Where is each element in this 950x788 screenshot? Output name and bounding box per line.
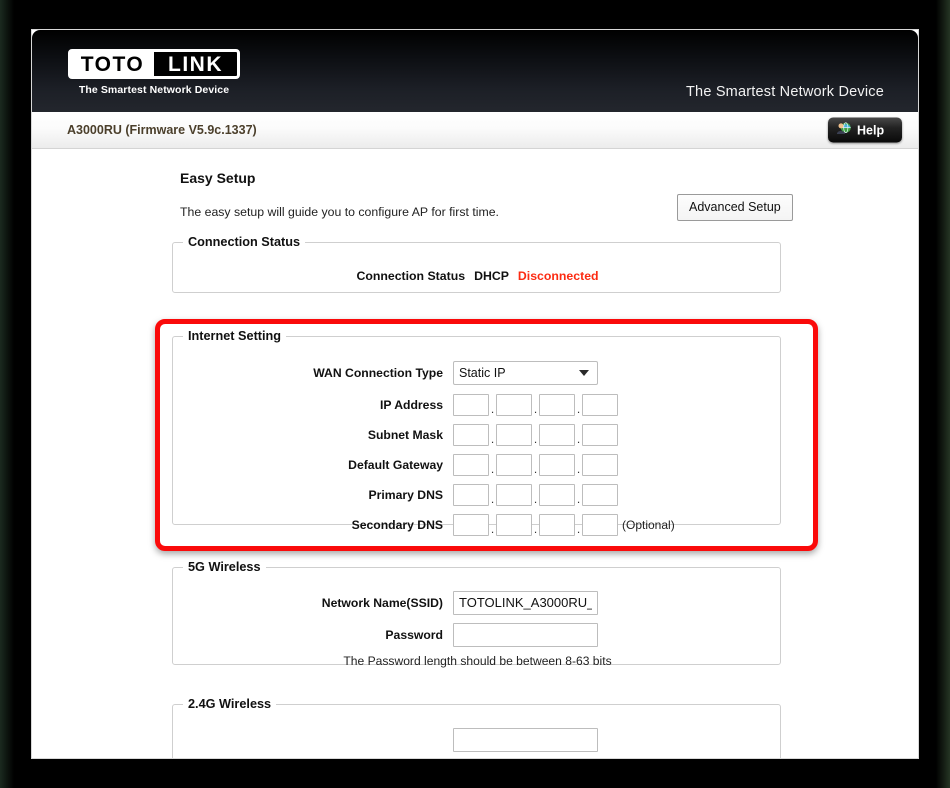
octet-separator: . bbox=[490, 431, 495, 446]
connection-mode-value: DHCP bbox=[474, 269, 509, 283]
ip-address-octet-3[interactable] bbox=[539, 393, 575, 416]
logo-box: TOTO LINK bbox=[68, 49, 240, 79]
site-header: TOTO LINK The Smartest Network Device Th… bbox=[32, 30, 918, 112]
octet-separator: . bbox=[490, 401, 495, 416]
subnet-mask-label: Subnet Mask bbox=[367, 427, 443, 442]
page-title: Easy Setup bbox=[180, 170, 256, 186]
connection-status-legend: Connection Status bbox=[188, 235, 301, 249]
password-5g-row: Password bbox=[173, 622, 782, 647]
default-gateway-octet-2[interactable] bbox=[496, 453, 532, 476]
wan-connection-type-row: WAN Connection Type Static IP DHCP PPPoE… bbox=[173, 360, 782, 385]
wan-connection-type-select[interactable]: Static IP DHCP PPPoE L2TP PPTP bbox=[453, 360, 598, 385]
ssid-24g-input[interactable] bbox=[453, 727, 598, 752]
octet-separator: . bbox=[533, 401, 538, 416]
default-gateway-octet-4[interactable] bbox=[582, 453, 618, 476]
internet-setting-legend: Internet Setting bbox=[188, 329, 282, 343]
secondary-dns-octet-4[interactable] bbox=[582, 513, 618, 536]
ssid-5g-input[interactable] bbox=[453, 590, 598, 615]
device-model-firmware: A3000RU (Firmware V5.9c.1337) bbox=[67, 123, 257, 137]
help-button[interactable]: Help bbox=[828, 117, 902, 143]
subnet-mask-row: Subnet Mask . . . bbox=[173, 423, 782, 446]
wan-connection-type-label: WAN Connection Type bbox=[313, 365, 443, 380]
primary-dns-octet-2[interactable] bbox=[496, 483, 532, 506]
secondary-dns-octet-2[interactable] bbox=[496, 513, 532, 536]
secondary-dns-octet-1[interactable] bbox=[453, 513, 489, 536]
password-5g-input[interactable] bbox=[453, 622, 598, 647]
connection-status-label: Connection Status bbox=[356, 269, 466, 283]
wireless-24g-panel: 2.4G Wireless bbox=[172, 697, 781, 758]
primary-dns-octet-3[interactable] bbox=[539, 483, 575, 506]
help-button-label: Help bbox=[857, 123, 885, 137]
connection-status-row: Connection Status DHCP Disconnected bbox=[173, 269, 782, 283]
ip-address-octet-4[interactable] bbox=[582, 393, 618, 416]
firmware-bar: A3000RU (Firmware V5.9c.1337) Help bbox=[32, 112, 918, 149]
wireless-5g-legend: 5G Wireless bbox=[188, 560, 261, 574]
octet-separator: . bbox=[576, 401, 581, 416]
octet-separator: . bbox=[533, 521, 538, 536]
octet-separator: . bbox=[490, 461, 495, 476]
subnet-mask-octet-4[interactable] bbox=[582, 423, 618, 446]
wireless-24g-legend: 2.4G Wireless bbox=[188, 697, 272, 711]
internet-setting-panel: Internet Setting WAN Connection Type Sta… bbox=[172, 329, 782, 536]
ssid-5g-label: Network Name(SSID) bbox=[321, 595, 443, 610]
secondary-dns-octet-3[interactable] bbox=[539, 513, 575, 536]
octet-separator: . bbox=[576, 461, 581, 476]
wireless-5g-panel: 5G Wireless Network Name(SSID) Password bbox=[172, 560, 782, 668]
octet-separator: . bbox=[490, 491, 495, 506]
subnet-mask-octet-3[interactable] bbox=[539, 423, 575, 446]
ip-address-row: IP Address . . . bbox=[173, 393, 782, 416]
default-gateway-label: Default Gateway bbox=[348, 457, 443, 472]
wan-connection-type-select-wrap: Static IP DHCP PPPoE L2TP PPTP bbox=[453, 360, 598, 385]
octet-separator: . bbox=[533, 431, 538, 446]
user-globe-icon bbox=[836, 120, 851, 140]
ip-address-octet-1[interactable] bbox=[453, 393, 489, 416]
ip-address-octet-2[interactable] bbox=[496, 393, 532, 416]
octet-separator: . bbox=[576, 491, 581, 506]
default-gateway-row: Default Gateway . . . bbox=[173, 453, 782, 476]
totolink-logo: TOTO LINK The Smartest Network Device bbox=[68, 49, 246, 96]
subnet-mask-octet-1[interactable] bbox=[453, 423, 489, 446]
octet-separator: . bbox=[533, 491, 538, 506]
subnet-mask-octet-2[interactable] bbox=[496, 423, 532, 446]
primary-dns-label: Primary DNS bbox=[368, 487, 443, 502]
ssid-24g-row bbox=[173, 727, 782, 752]
default-gateway-octet-3[interactable] bbox=[539, 453, 575, 476]
octet-separator: . bbox=[576, 431, 581, 446]
router-admin-page: TOTO LINK The Smartest Network Device Th… bbox=[32, 30, 918, 758]
advanced-setup-button[interactable]: Advanced Setup bbox=[677, 194, 793, 221]
primary-dns-octet-1[interactable] bbox=[453, 483, 489, 506]
logo-tagline: The Smartest Network Device bbox=[78, 84, 230, 96]
octet-separator: . bbox=[576, 521, 581, 536]
ip-address-label: IP Address bbox=[380, 397, 443, 412]
secondary-dns-row: Secondary DNS . . . (Optional) bbox=[173, 513, 782, 536]
octet-separator: . bbox=[490, 521, 495, 536]
header-slogan: The Smartest Network Device bbox=[686, 84, 884, 100]
password-5g-label: Password bbox=[385, 627, 443, 642]
logo-text-link: LINK bbox=[154, 52, 237, 76]
default-gateway-octet-1[interactable] bbox=[453, 453, 489, 476]
logo-text-toto: TOTO bbox=[71, 52, 154, 76]
password-5g-hint: The Password length should be between 8-… bbox=[343, 654, 612, 668]
octet-separator: . bbox=[533, 461, 538, 476]
ssid-5g-row: Network Name(SSID) bbox=[173, 590, 782, 615]
secondary-dns-optional-note: (Optional) bbox=[622, 517, 675, 532]
connection-state-badge: Disconnected bbox=[517, 269, 599, 283]
primary-dns-row: Primary DNS . . . bbox=[173, 483, 782, 506]
screenshot-root: TOTO LINK The Smartest Network Device Th… bbox=[0, 0, 950, 788]
primary-dns-octet-4[interactable] bbox=[582, 483, 618, 506]
connection-status-panel: Connection Status Connection Status DHCP… bbox=[172, 235, 781, 293]
main-content: Easy Setup The easy setup will guide you… bbox=[32, 149, 918, 758]
secondary-dns-label: Secondary DNS bbox=[351, 517, 443, 532]
page-description: The easy setup will guide you to configu… bbox=[180, 205, 499, 219]
